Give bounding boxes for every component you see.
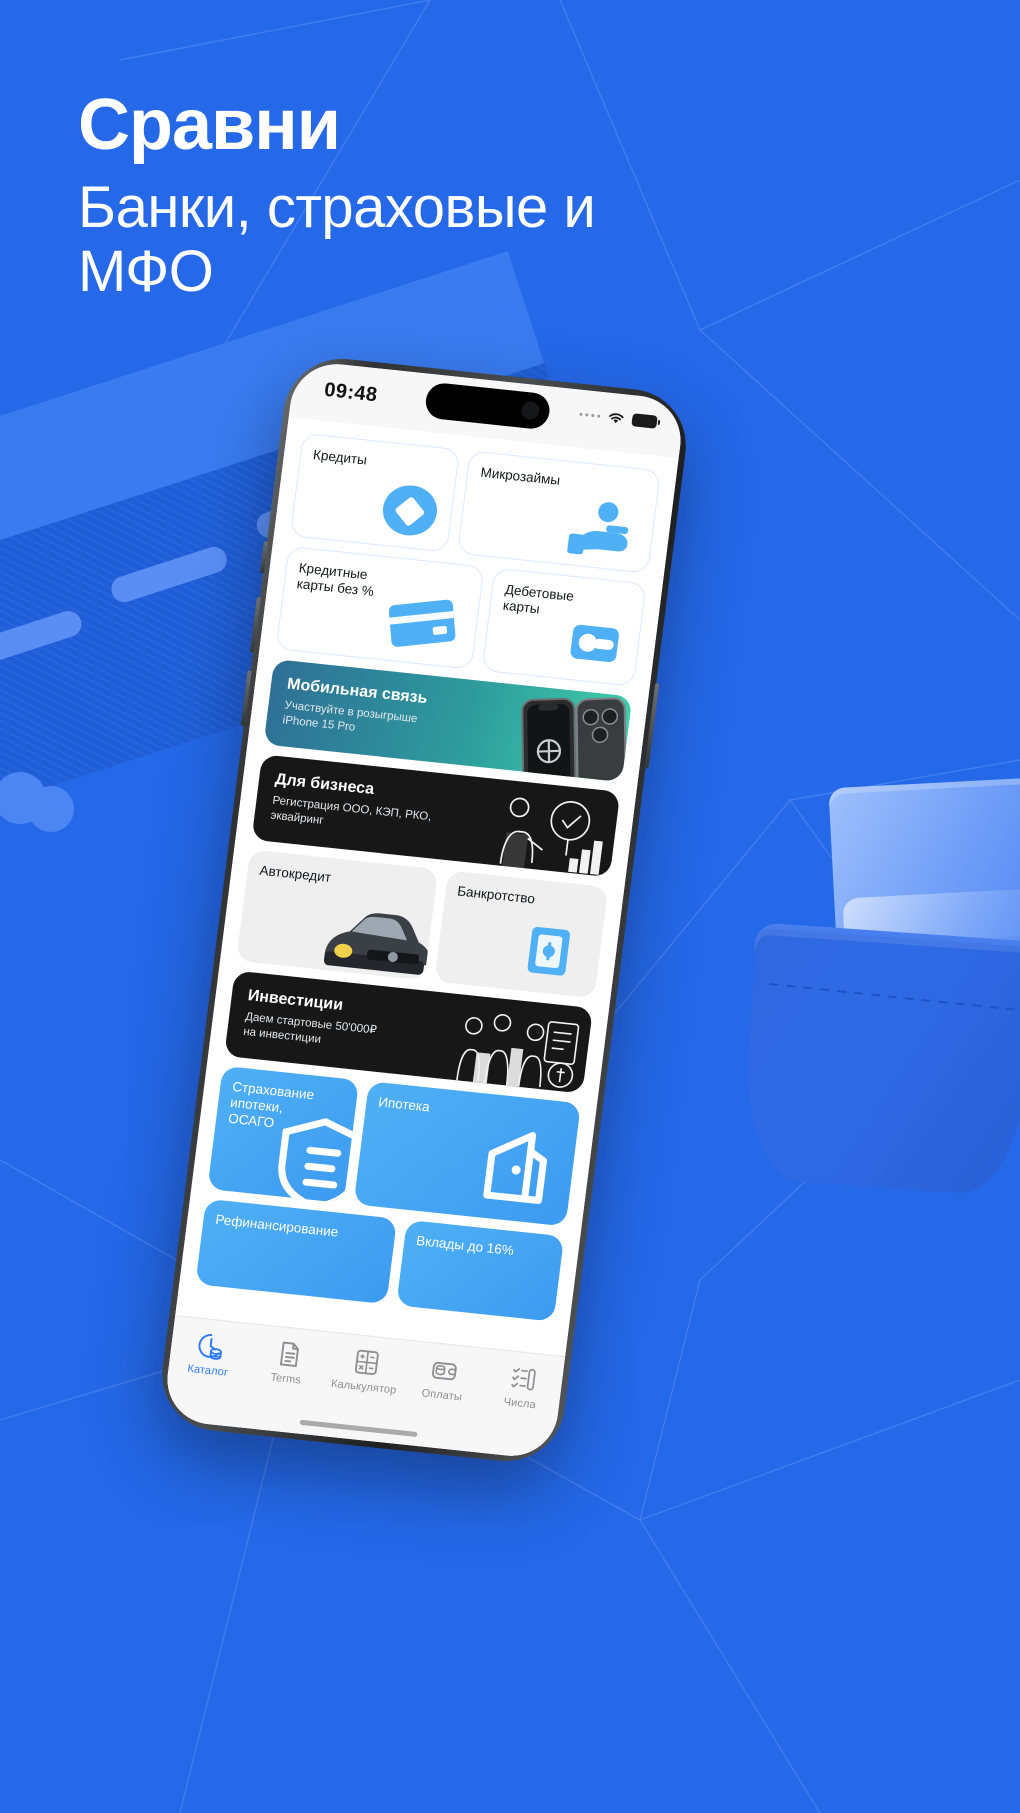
brand-title: Сравни [78,85,341,165]
tile-insurance[interactable]: Страхование ипотеки, ОСАГО [207,1065,359,1204]
tab-payments[interactable]: Оплаты [402,1353,486,1406]
document-icon [279,1341,299,1367]
tile-deposits[interactable]: Вклады до 16% [396,1219,565,1322]
tile-mortgage[interactable]: Ипотека [353,1081,581,1227]
tab-catalog[interactable]: Каталог [168,1328,252,1381]
tab-label: Калькулятор [330,1377,398,1397]
tab-calculator[interactable]: Калькулятор [324,1344,408,1397]
tile-label: Банкротство [456,883,536,907]
tile-label: Кредитные карты без % [295,560,375,600]
tab-label: Числа [503,1395,537,1412]
diamond-coin-icon [373,475,447,546]
handshake-cash-icon [556,496,647,567]
house-door-icon [471,1122,562,1219]
tile-label: Рефинансирование [214,1211,340,1240]
numbers-list-icon [511,1368,536,1391]
calculator-icon [354,1349,379,1376]
iphone-15-pro-art [472,681,632,782]
tile-label: Автокредит [258,862,332,886]
tab-numbers[interactable]: Числа [480,1361,564,1414]
wallet-with-cards-graphic [716,759,1020,1201]
tile-microloans[interactable]: Микрозаймы [457,450,661,574]
signal-dots-icon [578,412,601,419]
tile-label: Микрозаймы [479,464,562,488]
catalog-clock-coins-icon [198,1334,223,1360]
tile-credit-cards[interactable]: Кредитные карты без % [275,545,485,670]
payments-wallet-icon [432,1361,458,1381]
tile-car-loan[interactable]: Автокредит [236,849,438,981]
tab-label: Каталог [186,1362,229,1379]
tile-bankruptcy[interactable]: Банкротство [433,870,609,999]
status-time: 09:48 [323,378,379,407]
decor-blob-b [28,786,74,832]
dynamic-island [423,381,552,431]
tile-refinancing[interactable]: Рефинансирование [195,1198,397,1305]
tile-label: Дебетовые карты [502,581,575,617]
safe-box-icon [518,920,580,988]
tile-label: Кредиты [312,447,368,468]
tile-credits[interactable]: Кредиты [289,432,461,553]
tile-debit-cards[interactable]: Дебетовые карты [481,567,647,687]
brand-subtitle: Банки, страховые и МФО [78,175,596,304]
tab-label: Оплаты [420,1387,463,1404]
home-indicator [299,1419,418,1438]
tab-label: Terms [269,1371,302,1387]
investors-art [433,993,593,1094]
tile-label: Страхование ипотеки, ОСАГО [227,1078,315,1131]
tile-label: Вклады до 16% [415,1232,515,1259]
tab-terms[interactable]: Terms [246,1336,330,1389]
battery-icon [631,413,658,429]
car-icon [306,894,438,981]
business-person-art [460,776,620,877]
headline-block: Сравни Банки, страховые и МФО [78,88,738,304]
poster-stage: Сравни Банки, страховые и МФО 09:48 Кред… [0,0,1020,1813]
front-camera-icon [520,400,541,421]
tile-label: Ипотека [377,1094,431,1115]
wifi-icon [609,413,624,424]
